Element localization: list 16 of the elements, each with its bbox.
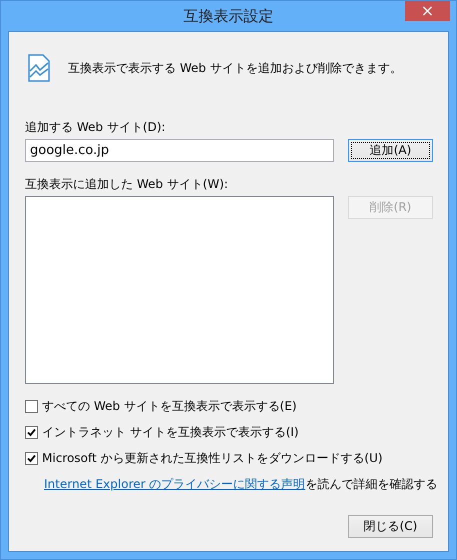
- checkbox[interactable]: [25, 400, 38, 413]
- document-picture-icon: [28, 54, 50, 82]
- intro-text: 互換表示で表示する Web サイトを追加および削除できます。: [68, 60, 402, 76]
- add-button[interactable]: 追加(A): [348, 139, 433, 162]
- checkbox[interactable]: [25, 426, 38, 439]
- window-title: 互換表示設定: [184, 6, 274, 26]
- close-button[interactable]: ×: [405, 1, 450, 21]
- checkbox[interactable]: [25, 452, 38, 465]
- option-label: すべての Web サイトを互換表示で表示する(E): [42, 398, 297, 415]
- option-label: Microsoft から更新された互換性リストをダウンロードする(U): [42, 450, 383, 467]
- privacy-link[interactable]: Internet Explorer のプライバシーに関する声明: [44, 477, 306, 491]
- add-site-label: 追加する Web サイト(D):: [25, 119, 166, 136]
- sites-list-label: 互換表示に追加した Web サイト(W):: [25, 176, 230, 193]
- website-input-field[interactable]: google.co.jp: [25, 139, 334, 162]
- option-label: イントラネット サイトを互換表示で表示する(I): [42, 424, 299, 441]
- close-dialog-button[interactable]: 閉じる(C): [348, 515, 433, 538]
